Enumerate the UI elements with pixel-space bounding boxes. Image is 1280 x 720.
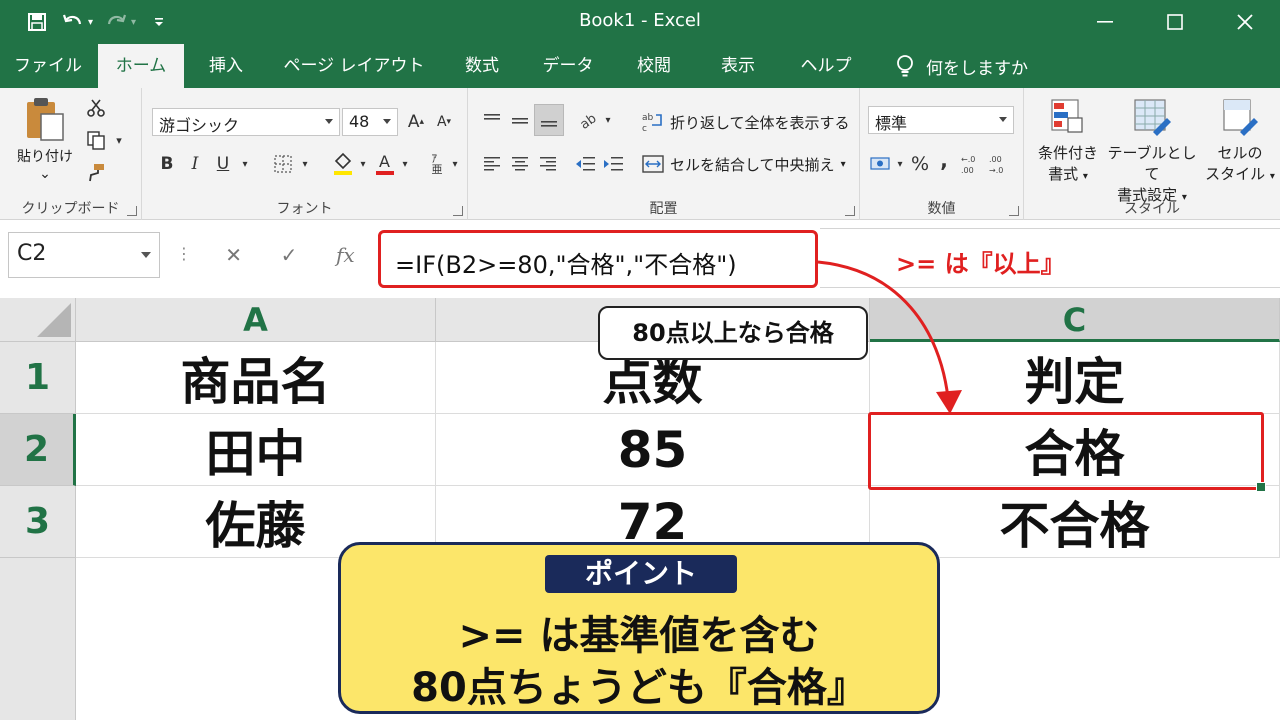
point-tag: ポイント (545, 555, 737, 593)
explanation-bubble: 80点以上なら合格 (598, 306, 868, 360)
point-line-1: >= は基準値を含む (458, 613, 820, 659)
point-line-2: 80点ちょうども『合格』 (411, 665, 867, 711)
point-box: ポイント >= は基準値を含む 80点ちょうども『合格』 (338, 542, 940, 714)
